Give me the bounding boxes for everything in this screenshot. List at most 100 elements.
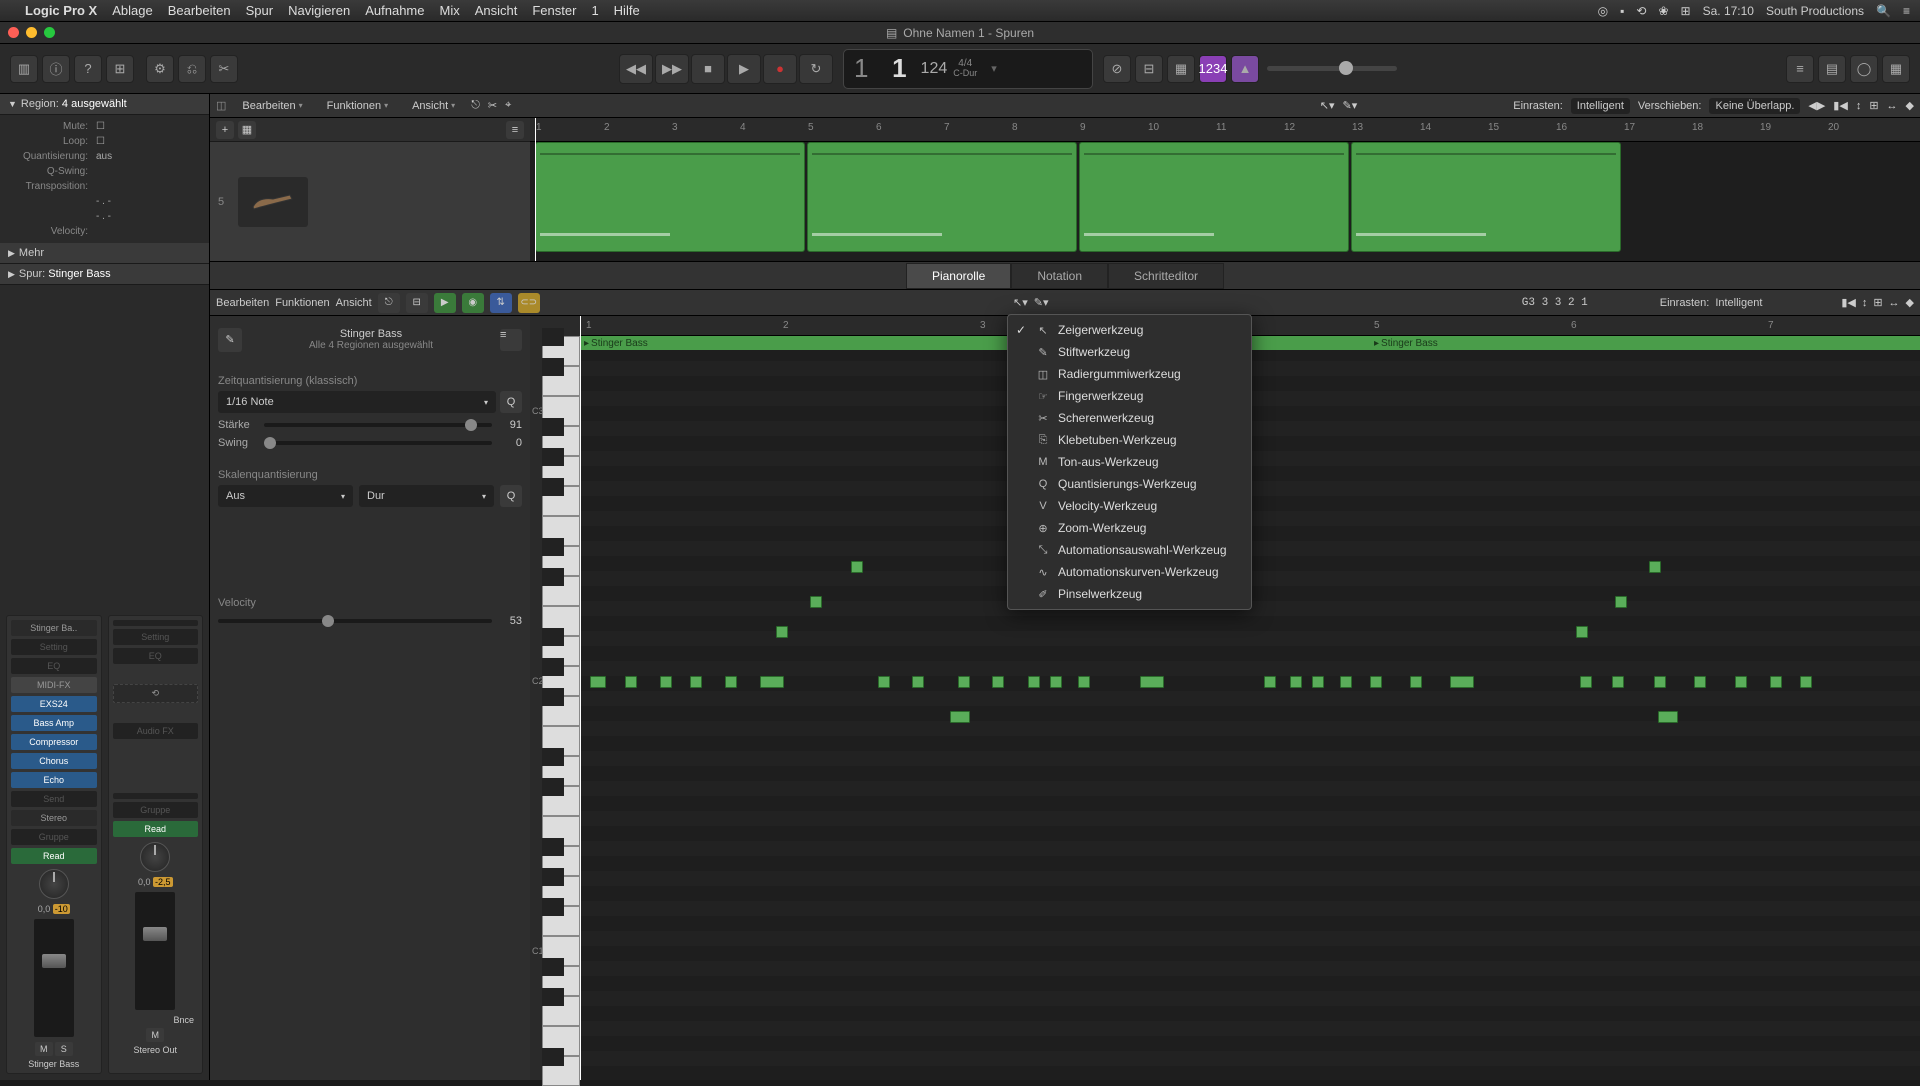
browser-button[interactable]: ▦ <box>1882 55 1910 83</box>
strength-value[interactable]: 91 <box>498 419 522 431</box>
tool-menu-item[interactable]: QQuantisierungs-Werkzeug <box>1008 473 1251 495</box>
param-value[interactable]: - . - <box>96 211 111 222</box>
setting-slot[interactable] <box>113 620 199 626</box>
tool-menu-item[interactable]: ☞Fingerwerkzeug <box>1008 385 1251 407</box>
midi-note[interactable] <box>760 676 784 688</box>
stop-button[interactable]: ■ <box>691 54 725 84</box>
output-slot[interactable]: Stereo <box>11 810 97 826</box>
nav-icon[interactable]: ◆ <box>1906 99 1914 112</box>
black-key[interactable] <box>542 1048 564 1066</box>
velocity-slider[interactable] <box>218 619 492 623</box>
menu-spur[interactable]: Spur <box>246 3 273 18</box>
fx-slot[interactable]: Compressor <box>11 734 97 750</box>
send-slot[interactable]: Send <box>11 791 97 807</box>
notes-button[interactable]: ▤ <box>1818 55 1846 83</box>
midi-note[interactable] <box>1576 626 1588 638</box>
status-icon[interactable]: ❀ <box>1658 4 1668 18</box>
nav-icon[interactable]: ↕ <box>1862 297 1868 309</box>
black-key[interactable] <box>542 658 564 676</box>
midi-note[interactable] <box>776 626 788 638</box>
piano-keyboard[interactable]: C3C2C1 <box>530 316 580 1080</box>
solo-button[interactable]: S <box>55 1042 73 1056</box>
inspector-button[interactable]: ⓘ <box>42 55 70 83</box>
black-key[interactable] <box>542 418 564 436</box>
midi-note[interactable] <box>1340 676 1352 688</box>
midi-note[interactable] <box>1050 676 1062 688</box>
region-header[interactable]: ▼ Region: 4 ausgewählt <box>0 94 209 115</box>
eq-slot[interactable]: EQ <box>11 658 97 674</box>
tool-icon[interactable]: ⎋ <box>471 99 480 112</box>
quantize-button[interactable]: Q <box>500 485 522 507</box>
midi-note[interactable] <box>590 676 606 688</box>
tool-menu-item[interactable]: ✎Stiftwerkzeug <box>1008 341 1251 363</box>
master-volume-slider[interactable] <box>1267 66 1397 71</box>
midi-note[interactable] <box>1290 676 1302 688</box>
tool-icon[interactable]: ⎋ <box>378 293 400 313</box>
lcd-tempo[interactable]: 124 <box>921 60 954 78</box>
region-header-bar[interactable]: ▸Stinger Bass <box>1370 336 1920 350</box>
tool-icon[interactable]: ⌖ <box>505 99 511 112</box>
midi-note[interactable] <box>1312 676 1324 688</box>
nav-icon[interactable]: ▮◀ <box>1833 99 1848 112</box>
loops-button[interactable]: ◯ <box>1850 55 1878 83</box>
playhead[interactable] <box>535 118 536 261</box>
tool-menu-item[interactable]: ✂Scherenwerkzeug <box>1008 407 1251 429</box>
app-name[interactable]: Logic Pro X <box>25 3 97 18</box>
lcd-bar[interactable]: 1 <box>854 53 872 83</box>
midi-note[interactable] <box>1450 676 1474 688</box>
black-key[interactable] <box>542 478 564 496</box>
tuner-button[interactable]: ▲ <box>1231 55 1259 83</box>
timequant-select[interactable]: 1/16 Note <box>218 391 496 413</box>
menu-mix[interactable]: Mix <box>440 3 460 18</box>
black-key[interactable] <box>542 748 564 766</box>
nav-icon[interactable]: ◆ <box>1906 296 1914 309</box>
track-row[interactable]: 5 <box>210 142 530 261</box>
tool-icon[interactable]: ⊟ <box>406 293 428 313</box>
midi-note[interactable] <box>1140 676 1164 688</box>
lcd-key[interactable]: C-Dur <box>953 69 977 78</box>
autopunch-button[interactable]: ⊟ <box>1135 55 1163 83</box>
link-button[interactable]: ⊂⊃ <box>518 293 540 313</box>
duplicate-track-button[interactable]: ▦ <box>238 121 256 139</box>
black-key[interactable] <box>542 688 564 706</box>
mixer-button[interactable]: ⎌ <box>178 55 206 83</box>
black-key[interactable] <box>542 328 564 346</box>
functions-menu[interactable]: Funktionen <box>319 98 396 114</box>
loop-checkbox[interactable]: ☐ <box>96 136 105 147</box>
zoom-icon[interactable] <box>44 27 55 38</box>
nav-icon[interactable]: ⊞ <box>1873 296 1882 309</box>
count-in-button[interactable]: ▦ <box>1167 55 1195 83</box>
smart-controls-button[interactable]: ⚙ <box>146 55 174 83</box>
midi-note[interactable] <box>1615 596 1627 608</box>
midi-in-button[interactable]: ▶ <box>434 293 456 313</box>
midi-note[interactable] <box>1649 561 1661 573</box>
forward-button[interactable]: ▶▶ <box>655 54 689 84</box>
pointer-tool[interactable]: ↖▾ <box>1320 99 1335 112</box>
arrange-area[interactable]: 1234567891011121314151617181920 <box>530 118 1920 261</box>
automation-mode[interactable]: Read <box>11 848 97 864</box>
black-key[interactable] <box>542 838 564 856</box>
pointer-tool-dropdown[interactable]: ↖▾ <box>1013 297 1028 309</box>
midi-note[interactable] <box>1580 676 1592 688</box>
swing-value[interactable]: 0 <box>498 437 522 449</box>
menu-bearbeiten[interactable]: Bearbeiten <box>168 3 231 18</box>
nav-icon[interactable]: ↔ <box>1889 297 1900 309</box>
snap-select[interactable]: Intelligent <box>1715 297 1835 309</box>
midi-note[interactable] <box>1612 676 1624 688</box>
track-header[interactable]: ▶Spur: Stinger Bass <box>0 264 209 285</box>
fx-slot[interactable]: Bass Amp <box>11 715 97 731</box>
link-icon[interactable]: ⟲ <box>113 684 199 703</box>
quantize-value[interactable]: aus <box>96 151 112 162</box>
timeline-ruler[interactable]: 1234567891011121314151617181920 <box>530 118 1920 142</box>
black-key[interactable] <box>542 568 564 586</box>
menu-ansicht[interactable]: Ansicht <box>475 3 518 18</box>
quantize-button[interactable]: Q <box>500 391 522 413</box>
swing-slider[interactable] <box>264 441 492 445</box>
scale-root-select[interactable]: Aus <box>218 485 353 507</box>
snap-select[interactable]: Intelligent <box>1571 98 1630 114</box>
tool-menu-item[interactable]: ⤡Automationsauswahl-Werkzeug <box>1008 539 1251 561</box>
midi-note[interactable] <box>1658 711 1678 723</box>
black-key[interactable] <box>542 628 564 646</box>
midi-note[interactable] <box>1800 676 1812 688</box>
setting-slot[interactable]: Setting <box>113 629 199 645</box>
